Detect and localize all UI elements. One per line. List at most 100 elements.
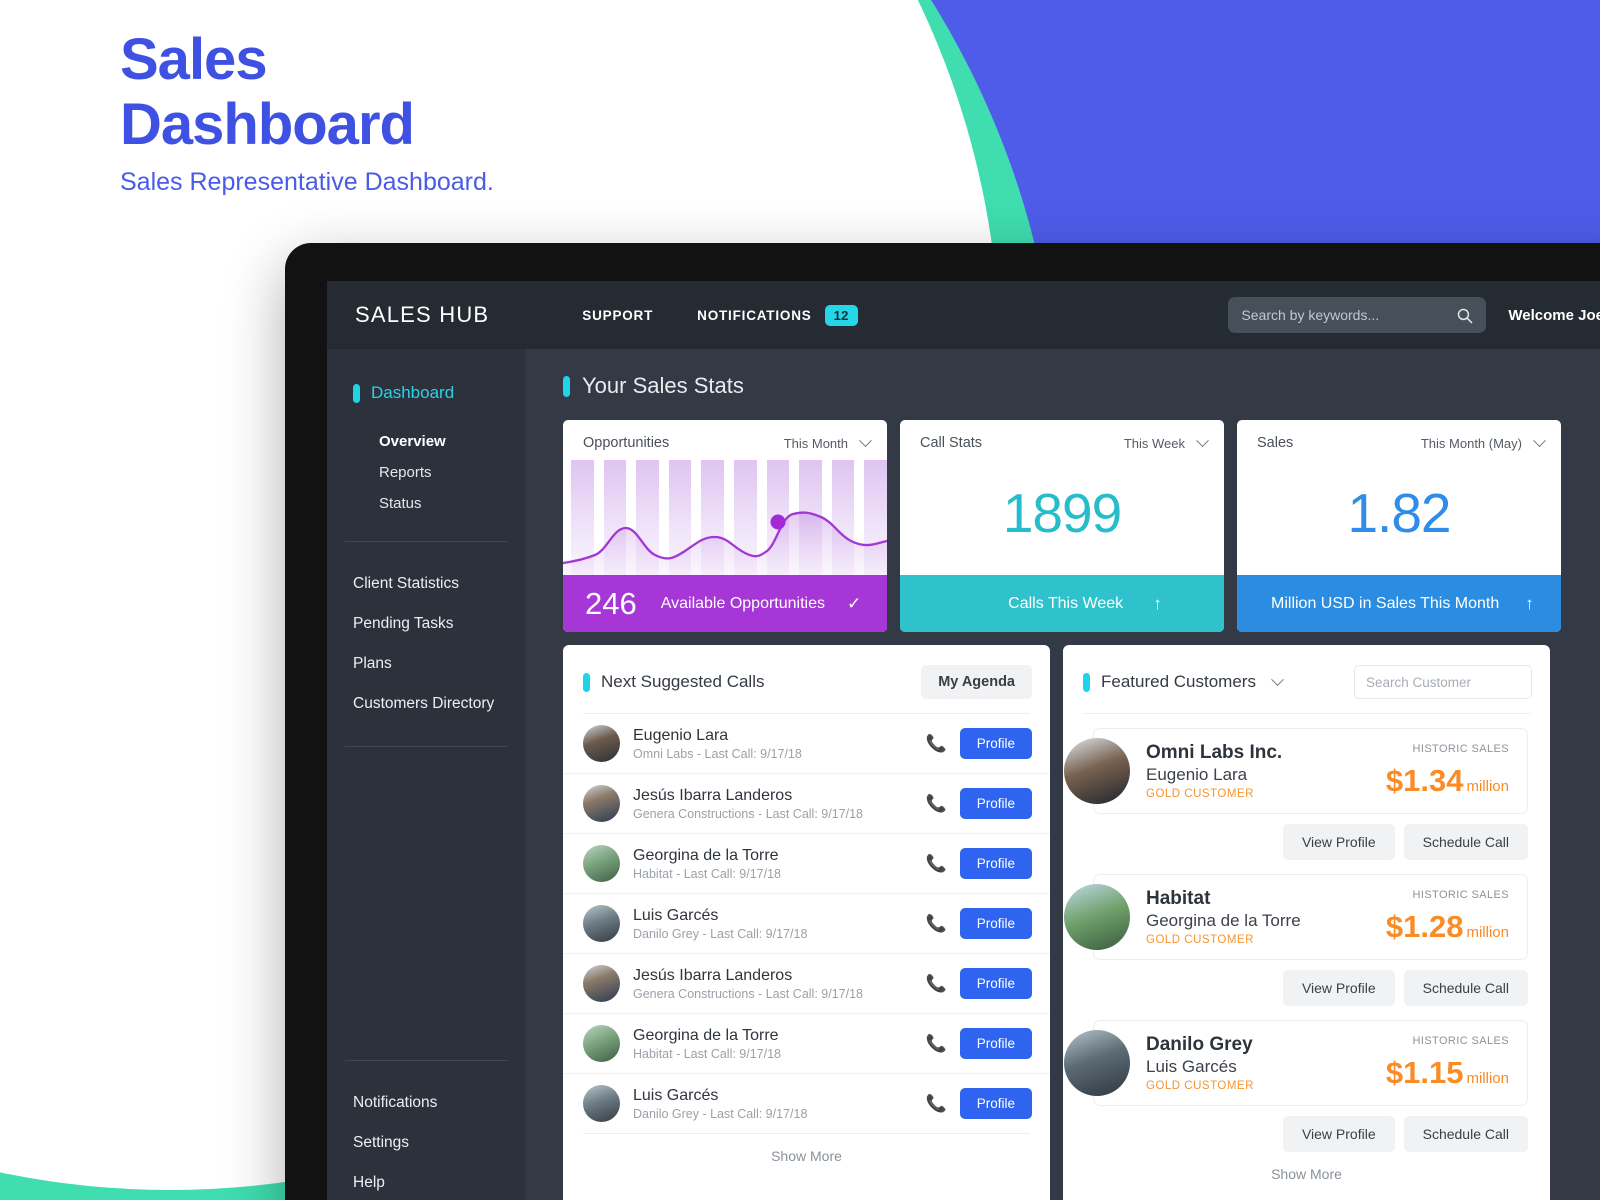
call-list-row[interactable]: Jesús Ibarra Landeros Genera Construction… — [563, 774, 1050, 834]
stat-card-footer[interactable]: Million USD in Sales This Month ↑ — [1237, 575, 1561, 632]
calls-panel-header: Next Suggested Calls My Agenda — [563, 645, 1050, 713]
profile-button[interactable]: Profile — [959, 848, 1032, 879]
phone-icon[interactable]: 📞 — [926, 974, 947, 994]
amount-unit: million — [1466, 778, 1509, 795]
stat-period-selector[interactable]: This Week — [1124, 433, 1209, 451]
stat-big-value: 1.82 — [1347, 482, 1451, 544]
customer-person: Georgina de la Torre — [1146, 911, 1301, 930]
stat-card-header: Sales This Month (May) — [1237, 420, 1561, 451]
historic-sales-label: HISTORIC SALES — [1412, 889, 1509, 901]
stat-period-selector[interactable]: This Month (May) — [1421, 433, 1546, 451]
contact-meta: Danilo Grey - Last Call: 9/17/18 — [633, 926, 808, 941]
phone-icon[interactable]: 📞 — [926, 1094, 947, 1114]
customers-panel-header: Featured Customers — [1063, 645, 1550, 713]
customer-card[interactable]: Omni Labs Inc. Eugenio Lara GOLD CUSTOMER H… — [1064, 728, 1528, 814]
call-list-row[interactable]: Luis Garcés Danilo Grey - Last Call: 9/17… — [563, 894, 1050, 954]
contact-name: Georgina de la Torre — [633, 846, 779, 864]
contact-meta: Habitat - Last Call: 9/17/18 — [633, 866, 781, 881]
customers-panel-title-group[interactable]: Featured Customers — [1083, 672, 1284, 692]
sidebar-item-client-statistics[interactable]: Client Statistics — [343, 564, 509, 604]
sidebar-item-pending-tasks[interactable]: Pending Tasks — [343, 604, 509, 644]
call-list-row[interactable]: Jesús Ibarra Landeros Genera Construction… — [563, 954, 1050, 1014]
sidebar-item-help[interactable]: Help — [343, 1163, 509, 1200]
sidebar-item-reports[interactable]: Reports — [343, 457, 509, 488]
schedule-call-button[interactable]: Schedule Call — [1403, 1116, 1528, 1152]
page-title: Sales Dashboard — [120, 27, 494, 158]
sidebar-item-status[interactable]: Status — [343, 488, 509, 519]
profile-button[interactable]: Profile — [959, 788, 1032, 819]
hero-heading-block: Sales Dashboard Sales Representative Das… — [120, 27, 494, 197]
welcome-greeting: Welcome Joe! — [1508, 306, 1600, 324]
profile-button[interactable]: Profile — [959, 1028, 1032, 1059]
stat-card-footer[interactable]: 246 Available Opportunities ✓ — [563, 575, 887, 632]
call-list-row[interactable]: Georgina de la Torre Habitat - Last Call:… — [563, 834, 1050, 894]
search-input[interactable] — [1241, 307, 1457, 323]
calls-show-more-link[interactable]: Show More — [563, 1134, 1050, 1178]
my-agenda-button[interactable]: My Agenda — [921, 665, 1032, 699]
customers-show-more-link[interactable]: Show More — [1063, 1152, 1550, 1196]
customer-company: Habitat — [1146, 888, 1211, 909]
nav-item-support[interactable]: SUPPORT — [582, 308, 653, 323]
customer-tier-badge: GOLD CUSTOMER — [1146, 934, 1254, 946]
phone-icon[interactable]: 📞 — [926, 1034, 947, 1054]
top-navigation-bar: SALES HUB SUPPORT NOTIFICATIONS 12 Welco… — [327, 281, 1600, 349]
stat-period-selector[interactable]: This Month — [784, 433, 872, 451]
stat-card-body: 1.82 — [1237, 451, 1561, 575]
stat-card-footer[interactable]: Calls This Week ↑ — [900, 575, 1224, 632]
calls-panel-title-group: Next Suggested Calls — [583, 672, 764, 692]
historic-sales-label: HISTORIC SALES — [1412, 1035, 1509, 1047]
stat-card-body: 1899 — [900, 451, 1224, 575]
customer-card[interactable]: Habitat Georgina de la Torre GOLD CUSTOMER… — [1064, 874, 1528, 960]
contact-avatar — [583, 845, 620, 882]
stat-card-title: Call Stats — [920, 435, 983, 451]
view-profile-button[interactable]: View Profile — [1282, 970, 1395, 1006]
nav-item-notifications-label: NOTIFICATIONS — [697, 307, 812, 323]
nav-item-notifications[interactable]: NOTIFICATIONS 12 — [697, 304, 858, 326]
sidebar-top-section: Dashboard Overview Reports Status — [343, 349, 509, 519]
contact-avatar — [583, 1025, 620, 1062]
customer-company: Danilo Grey — [1146, 1034, 1253, 1055]
call-list-row[interactable]: Luis Garcés Danilo Grey - Last Call: 9/17… — [563, 1074, 1050, 1133]
profile-button[interactable]: Profile — [959, 1088, 1032, 1119]
phone-icon[interactable]: 📞 — [926, 854, 947, 874]
profile-button[interactable]: Profile — [959, 968, 1032, 999]
calls-panel-title: Next Suggested Calls — [601, 672, 765, 691]
phone-icon[interactable]: 📞 — [926, 734, 947, 754]
sidebar-item-dashboard[interactable]: Dashboard — [343, 383, 509, 403]
customer-card[interactable]: Danilo Grey Luis Garcés GOLD CUSTOMER HISTO… — [1064, 1020, 1528, 1106]
sidebar-item-customers-directory[interactable]: Customers Directory — [343, 684, 509, 724]
profile-button[interactable]: Profile — [959, 728, 1032, 759]
phone-icon[interactable]: 📞 — [926, 914, 947, 934]
schedule-call-button[interactable]: Schedule Call — [1403, 824, 1528, 860]
view-profile-button[interactable]: View Profile — [1282, 1116, 1395, 1152]
customer-search-box[interactable] — [1354, 665, 1543, 699]
call-list-row[interactable]: Georgina de la Torre Habitat - Last Call:… — [563, 1014, 1050, 1074]
contact-avatar — [583, 785, 620, 822]
stat-footer-label: Calls This Week — [1008, 594, 1124, 612]
stat-footer-label: Million USD in Sales This Month — [1271, 594, 1500, 612]
chevron-down-icon[interactable] — [1271, 672, 1284, 686]
contact-meta: Omni Labs - Last Call: 9/17/18 — [633, 746, 802, 761]
search-icon[interactable] — [1456, 307, 1473, 324]
phone-icon[interactable]: 📞 — [926, 794, 947, 814]
sidebar-item-notifications[interactable]: Notifications — [343, 1083, 509, 1123]
sidebar-item-overview[interactable]: Overview — [343, 426, 509, 457]
call-row-info: Luis Garcés Danilo Grey - Last Call: 9/17… — [633, 1087, 913, 1121]
profile-button[interactable]: Profile — [959, 908, 1032, 939]
customer-search-input[interactable] — [1366, 674, 1543, 690]
view-profile-button[interactable]: View Profile — [1282, 824, 1395, 860]
stat-card-call-stats: Call Stats This Week 1899 Calls This Wee… — [900, 420, 1224, 632]
customer-text: Omni Labs Inc. Eugenio Lara GOLD CUSTOMER — [1146, 742, 1386, 800]
stat-card-sales: Sales This Month (May) 1.82 Million USD … — [1237, 420, 1561, 632]
sidebar-main-section: Client Statistics Pending Tasks Plans Cu… — [343, 564, 509, 724]
call-list-row[interactable]: Eugenio Lara Omni Labs - Last Call: 9/17/… — [563, 714, 1050, 774]
sidebar-item-plans[interactable]: Plans — [343, 644, 509, 684]
chevron-down-icon — [1196, 433, 1209, 447]
global-search-box[interactable] — [1228, 297, 1487, 333]
sidebar-item-settings[interactable]: Settings — [343, 1123, 509, 1163]
top-bar-right-cluster: Welcome Joe! — [1228, 281, 1600, 349]
app-brand-logo[interactable]: SALES HUB — [355, 302, 489, 328]
chevron-down-icon — [859, 433, 872, 447]
section-accent-icon — [563, 375, 570, 397]
schedule-call-button[interactable]: Schedule Call — [1403, 970, 1528, 1006]
